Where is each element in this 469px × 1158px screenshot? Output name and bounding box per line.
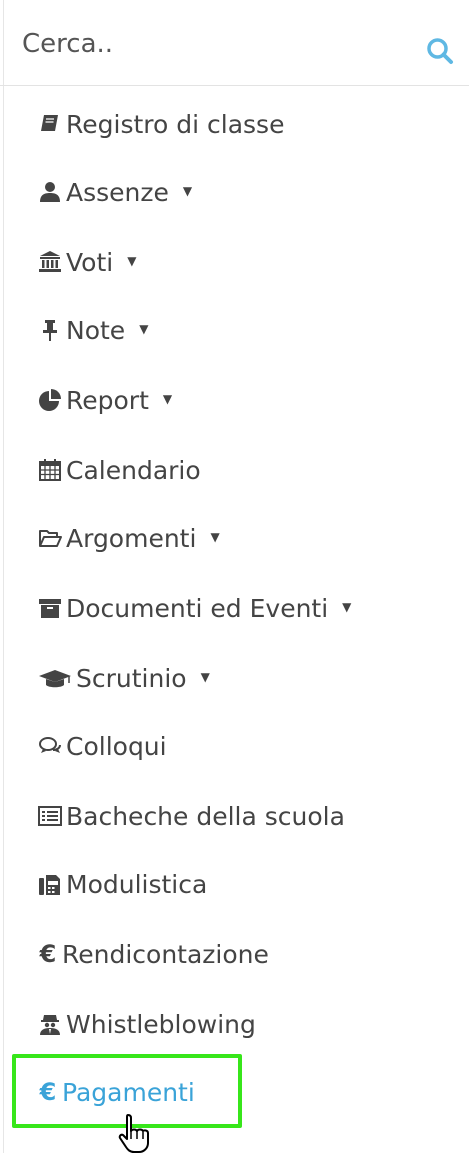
sidebar-item-whistleblowing[interactable]: Whistleblowing — [38, 1004, 256, 1044]
folder-open-icon — [38, 526, 62, 550]
sidebar-item-label: Registro di classe — [66, 109, 285, 139]
hand-pointer-cursor-icon — [116, 1112, 156, 1154]
sidebar-item-voti[interactable]: Voti ▼ — [38, 242, 136, 282]
archive-icon — [38, 596, 62, 620]
sidebar-item-documenti-ed-eventi[interactable]: Documenti ed Eventi ▼ — [38, 588, 351, 628]
user-icon — [38, 180, 62, 204]
dropdown-caret-icon: ▼ — [200, 670, 210, 684]
sidebar-item-calendario[interactable]: Calendario — [38, 450, 201, 490]
dropdown-caret-icon: ▼ — [210, 530, 220, 544]
sidebar-item-report[interactable]: Report ▼ — [38, 380, 172, 420]
sidebar-item-scrutinio[interactable]: Scrutinio ▼ — [38, 658, 210, 698]
dropdown-caret-icon: ▼ — [127, 254, 137, 268]
sidebar-item-label: Documenti ed Eventi — [66, 593, 329, 623]
list-alt-icon — [38, 804, 62, 828]
sidebar-item-argomenti[interactable]: Argomenti ▼ — [38, 518, 220, 558]
comments-icon — [38, 734, 62, 758]
dropdown-caret-icon: ▼ — [139, 322, 149, 336]
sidebar-border — [3, 0, 4, 1153]
sidebar-item-label: Scrutinio — [76, 663, 187, 693]
book-icon — [38, 112, 62, 136]
dropdown-caret-icon: ▼ — [182, 184, 193, 198]
sidebar-item-label: Modulistica — [66, 869, 208, 899]
sidebar-item-label: Bacheche della scuola — [66, 801, 345, 831]
bank-icon — [38, 250, 62, 274]
sidebar-item-modulistica[interactable]: Modulistica — [38, 864, 207, 904]
sidebar-item-assenze[interactable]: Assenze ▼ — [38, 172, 192, 212]
sidebar-item-label: Whistleblowing — [66, 1009, 256, 1039]
user-secret-icon — [38, 1012, 62, 1036]
search-icon[interactable] — [425, 36, 455, 66]
sidebar-item-label: Assenze — [66, 177, 169, 207]
sidebar-item-label: Note — [66, 315, 126, 345]
sidebar-item-colloqui[interactable]: Colloqui — [38, 726, 167, 766]
sidebar-item-registro-di-classe[interactable]: Registro di classe — [38, 104, 284, 144]
sidebar-item-bacheche-della-scuola[interactable]: Bacheche della scuola — [38, 796, 345, 836]
search-input[interactable] — [22, 24, 402, 64]
dropdown-caret-icon: ▼ — [342, 600, 352, 614]
euro-icon: € — [39, 940, 57, 968]
search-bar — [0, 0, 469, 86]
graduation-cap-icon — [38, 666, 72, 690]
sidebar-item-label: Rendicontazione — [62, 939, 269, 969]
pie-chart-icon — [38, 388, 62, 412]
calendar-icon — [38, 458, 62, 482]
sidebar-item-label: Argomenti — [66, 523, 197, 553]
dropdown-caret-icon: ▼ — [162, 392, 173, 406]
pushpin-icon — [38, 318, 62, 342]
sidebar-item-note[interactable]: Note ▼ — [38, 310, 148, 350]
sidebar-item-rendicontazione[interactable]: € Rendicontazione — [38, 934, 269, 974]
sidebar-item-label: Voti — [66, 247, 114, 277]
sidebar-item-label: Calendario — [66, 455, 201, 485]
sidebar-item-label: Report — [66, 385, 149, 415]
fax-icon — [38, 872, 62, 896]
sidebar-item-label: Colloqui — [66, 731, 167, 761]
